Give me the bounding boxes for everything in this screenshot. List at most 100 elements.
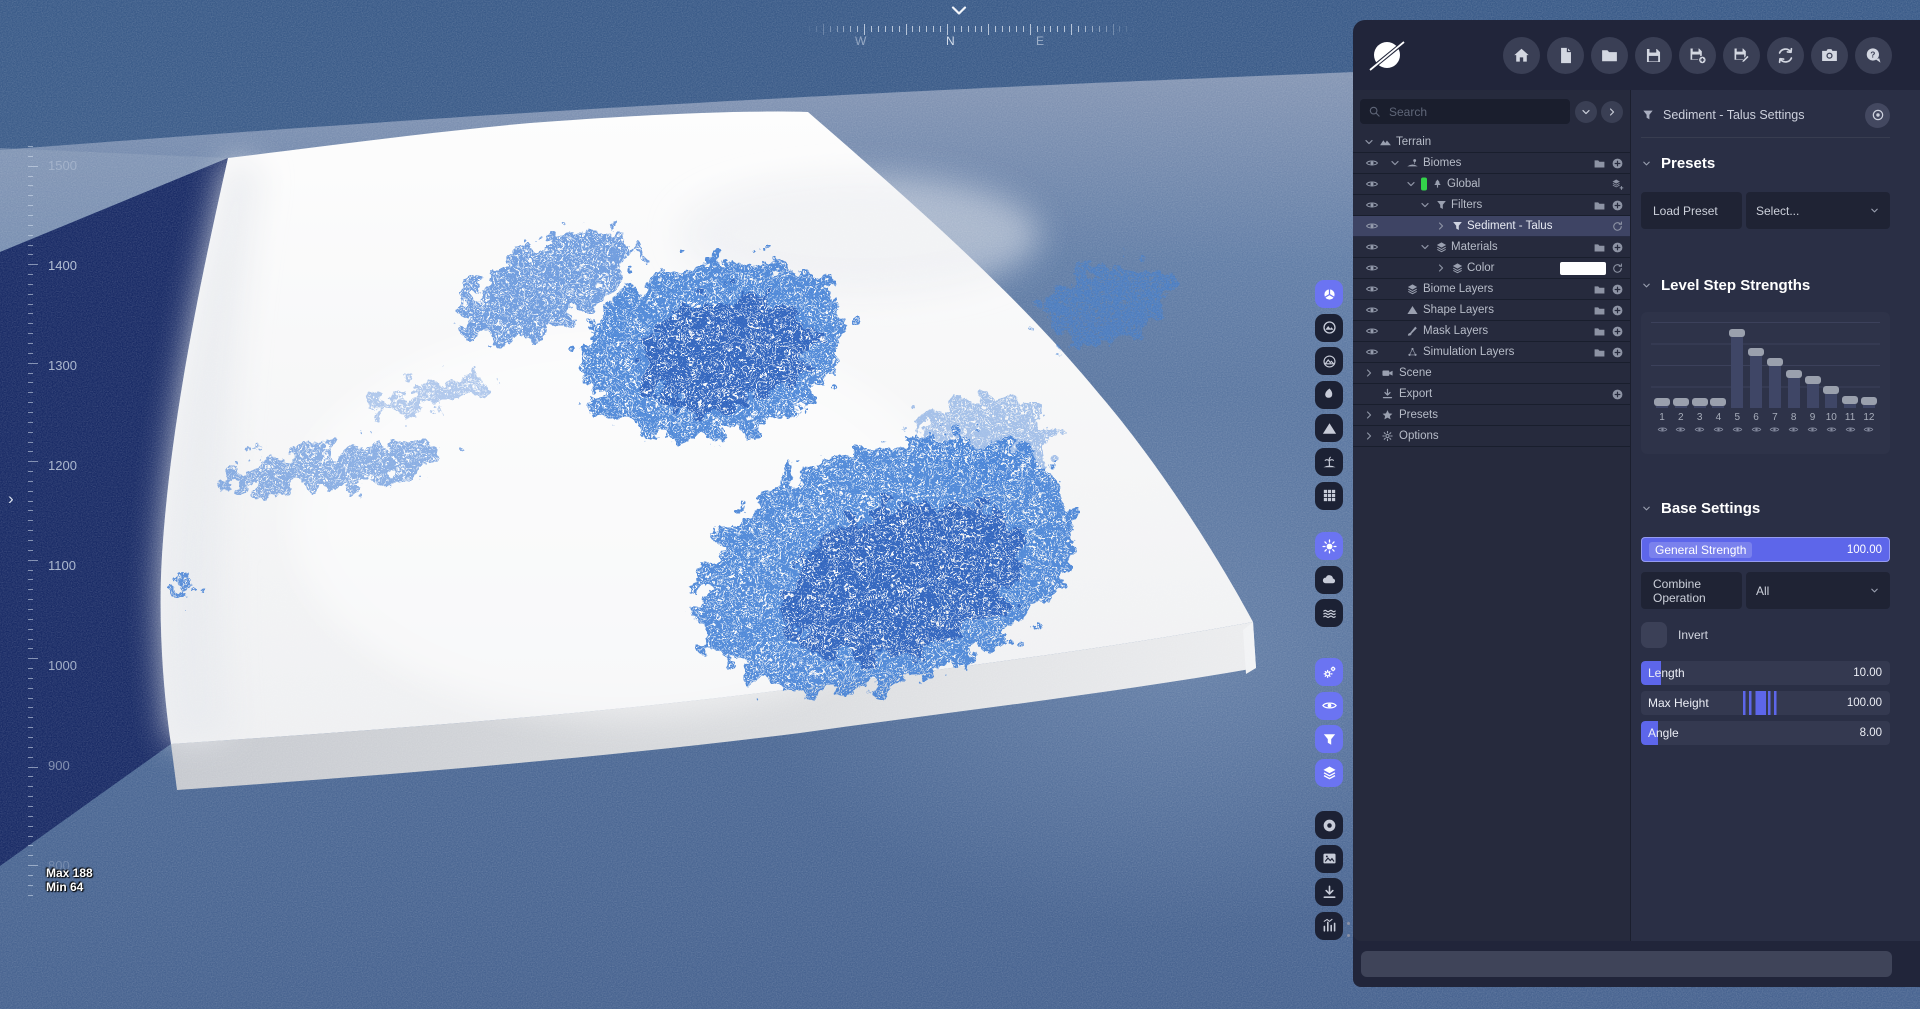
visibility-toggle-icon[interactable] xyxy=(1365,261,1379,275)
max-height-slider[interactable]: Max Height 100.00 xyxy=(1641,691,1890,715)
viewport-tool-globe-mount[interactable] xyxy=(1315,313,1343,342)
bar-handle[interactable] xyxy=(1823,386,1840,395)
folder-icon[interactable] xyxy=(1593,241,1606,254)
new-file-button[interactable] xyxy=(1547,36,1584,74)
bar-handle[interactable] xyxy=(1691,398,1708,407)
bar-eye-toggle[interactable] xyxy=(1823,424,1839,435)
level-step-bar-5[interactable] xyxy=(1729,322,1746,408)
viewport-tool-record[interactable] xyxy=(1315,811,1343,839)
bar-eye-toggle[interactable] xyxy=(1654,424,1670,435)
refresh-cycle-button[interactable] xyxy=(1767,36,1804,74)
refresh-icon[interactable] xyxy=(1611,220,1624,233)
bar-handle[interactable] xyxy=(1766,357,1783,366)
folder-icon[interactable] xyxy=(1593,304,1606,317)
open-folder-button[interactable] xyxy=(1591,36,1628,74)
bar-handle[interactable] xyxy=(1672,398,1689,407)
bar-eye-toggle[interactable] xyxy=(1673,424,1689,435)
length-slider[interactable]: Length 10.00 xyxy=(1641,661,1890,685)
visibility-toggle-icon[interactable] xyxy=(1365,156,1379,170)
invert-checkbox[interactable] xyxy=(1641,622,1667,648)
plus-icon[interactable] xyxy=(1611,304,1624,317)
folder-icon[interactable] xyxy=(1593,157,1606,170)
camera-button[interactable] xyxy=(1811,36,1848,74)
load-preset-button[interactable]: Load Preset xyxy=(1641,192,1742,229)
viewport-tool-waves[interactable] xyxy=(1315,599,1343,628)
viewport-tool-globe-wire[interactable] xyxy=(1315,347,1343,376)
search-input[interactable] xyxy=(1387,103,1570,120)
search-chev-right-button[interactable] xyxy=(1601,100,1623,123)
level-step-bar-6[interactable] xyxy=(1748,322,1765,408)
bar-handle[interactable] xyxy=(1729,329,1746,338)
bar-eye-toggle[interactable] xyxy=(1710,424,1726,435)
visibility-toggle-icon[interactable] xyxy=(1365,324,1379,338)
chev-right-icon[interactable] xyxy=(1363,367,1375,379)
folder-icon[interactable] xyxy=(1593,325,1606,338)
tree-item-materials[interactable]: Materials xyxy=(1353,237,1630,258)
bar-eye-toggle[interactable] xyxy=(1842,424,1858,435)
level-step-bar-10[interactable] xyxy=(1823,322,1840,408)
chev-down-icon[interactable] xyxy=(1419,199,1431,211)
tree-item-color[interactable]: Color xyxy=(1353,258,1630,279)
search-chev-down-button[interactable] xyxy=(1575,100,1597,123)
bar-eye-toggle[interactable] xyxy=(1729,424,1745,435)
level-step-bar-1[interactable] xyxy=(1654,322,1670,408)
viewport-tool-cloud[interactable] xyxy=(1315,565,1343,594)
tree-item-mask-layers[interactable]: Mask Layers xyxy=(1353,321,1630,342)
level-step-bar-7[interactable] xyxy=(1766,322,1783,408)
plus-icon[interactable] xyxy=(1611,346,1624,359)
level-step-bar-4[interactable] xyxy=(1710,322,1727,408)
visibility-toggle-icon[interactable] xyxy=(1365,219,1379,233)
bar-eye-toggle[interactable] xyxy=(1786,424,1802,435)
bar-handle[interactable] xyxy=(1710,398,1727,407)
plus-icon[interactable] xyxy=(1611,199,1624,212)
save-plus-button[interactable] xyxy=(1679,36,1716,74)
viewport-tool-flame[interactable] xyxy=(1315,380,1343,409)
bar-handle[interactable] xyxy=(1654,398,1670,407)
plus-icon[interactable] xyxy=(1611,241,1624,254)
chev-right-icon[interactable] xyxy=(1363,409,1375,421)
chev-down-icon[interactable] xyxy=(1389,157,1401,169)
tree-item-shape-layers[interactable]: Shape Layers xyxy=(1353,300,1630,321)
tree-item-scene[interactable]: Scene xyxy=(1353,363,1630,384)
viewport-tool-island[interactable] xyxy=(1315,448,1343,476)
viewport-tool-mountain[interactable] xyxy=(1315,414,1343,443)
bar-handle[interactable] xyxy=(1842,395,1859,404)
panel-resize-handle[interactable] xyxy=(1347,922,1350,946)
bar-eye-toggle[interactable] xyxy=(1861,424,1877,435)
tree-item-terrain[interactable]: Terrain xyxy=(1353,132,1630,153)
visibility-toggle-icon[interactable] xyxy=(1365,240,1379,254)
viewport-tool-stats[interactable] xyxy=(1315,911,1343,940)
chev-right-icon[interactable] xyxy=(1435,220,1447,232)
visibility-toggle-icon[interactable] xyxy=(1365,198,1379,212)
chev-down-icon[interactable] xyxy=(1363,136,1375,148)
app-logo[interactable] xyxy=(1368,36,1406,74)
base-section-header[interactable]: Base Settings xyxy=(1641,500,1890,517)
level-step-bar-9[interactable] xyxy=(1804,322,1821,408)
bar-handle[interactable] xyxy=(1785,369,1802,378)
refresh-icon[interactable] xyxy=(1611,262,1624,275)
help-chat-button[interactable]: ? xyxy=(1855,36,1892,74)
visibility-toggle-icon[interactable] xyxy=(1365,282,1379,296)
level-step-bar-2[interactable] xyxy=(1672,322,1689,408)
level-steps-section-header[interactable]: Level Step Strengths xyxy=(1641,277,1890,294)
viewport-tool-image[interactable] xyxy=(1315,844,1343,873)
preset-select[interactable]: Select... xyxy=(1746,192,1890,229)
viewport-tool-eye[interactable] xyxy=(1315,691,1343,720)
chev-down-icon[interactable] xyxy=(1419,241,1431,253)
tree-item-filters[interactable]: Filters xyxy=(1353,195,1630,216)
folder-icon[interactable] xyxy=(1593,346,1606,359)
viewport-tool-planet[interactable] xyxy=(1315,280,1343,308)
home-button[interactable] xyxy=(1503,36,1540,74)
level-step-bar-12[interactable] xyxy=(1860,322,1877,408)
tree-item-export[interactable]: Export xyxy=(1353,384,1630,405)
viewport-tool-funnel[interactable] xyxy=(1315,725,1343,754)
tree-item-simulation-layers[interactable]: Simulation Layers xyxy=(1353,342,1630,363)
viewport-tool-gears[interactable] xyxy=(1315,658,1343,686)
viewport-tool-sun[interactable] xyxy=(1315,532,1343,560)
bar-handle[interactable] xyxy=(1748,348,1765,357)
color-swatch[interactable] xyxy=(1560,261,1606,275)
save-edit-button[interactable] xyxy=(1723,36,1760,74)
level-step-bar-11[interactable] xyxy=(1842,322,1859,408)
tree-item-presets[interactable]: Presets xyxy=(1353,405,1630,426)
left-panel-expander[interactable]: › xyxy=(8,490,14,507)
